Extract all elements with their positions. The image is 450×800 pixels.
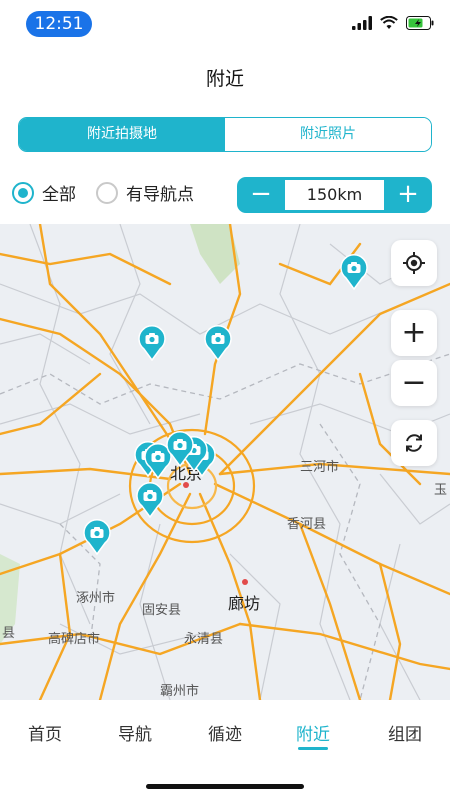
camera-pin-icon xyxy=(83,519,111,556)
radio-checked-icon xyxy=(12,181,34,204)
tab-nearby-photos[interactable]: 附近照片 xyxy=(225,118,431,151)
status-bar: 12:51 xyxy=(0,0,450,48)
camera-pin-icon xyxy=(166,431,194,468)
map-label-gaobeidian: 高碑店市 xyxy=(48,632,101,647)
camera-pin[interactable] xyxy=(204,325,232,362)
status-time: 12:51 xyxy=(26,11,92,37)
segment-control: 附近拍摄地 附近照片 xyxy=(18,117,432,152)
page-title: 附近 xyxy=(205,68,244,90)
map-label-xian: 县 xyxy=(2,626,16,641)
map-label-zhuozhou: 涿州市 xyxy=(76,591,116,606)
tab-group[interactable]: 组团 xyxy=(375,720,435,745)
map-label-sanhe: 三河市 xyxy=(300,460,340,475)
zoom-out-button[interactable]: − xyxy=(391,360,437,406)
distance-stepper: − 150km + xyxy=(237,177,432,213)
signal-icon xyxy=(352,16,372,30)
filter-guide-radio[interactable]: 有导航点 xyxy=(96,180,194,205)
active-tab-indicator xyxy=(298,747,328,750)
camera-pin[interactable] xyxy=(138,325,166,362)
camera-pin-icon xyxy=(138,325,166,362)
filter-guide-label: 有导航点 xyxy=(126,185,194,205)
camera-pin[interactable] xyxy=(83,519,111,556)
map-label-guan: 固安县 xyxy=(142,603,182,618)
filter-all-radio[interactable]: 全部 xyxy=(12,180,76,205)
wifi-icon xyxy=(380,16,398,29)
refresh-button[interactable] xyxy=(391,420,437,466)
locate-button[interactable] xyxy=(391,240,437,286)
tab-navigation[interactable]: 导航 xyxy=(105,720,165,745)
camera-pin[interactable] xyxy=(340,254,368,291)
status-icons xyxy=(352,16,434,30)
locate-icon xyxy=(403,252,425,274)
camera-pin[interactable] xyxy=(166,431,194,468)
refresh-icon xyxy=(406,434,422,452)
camera-pin-icon xyxy=(136,482,164,519)
map-label-langfang: 廊坊 xyxy=(228,594,261,613)
radio-unchecked-icon xyxy=(96,181,118,204)
camera-pin[interactable] xyxy=(136,482,164,519)
filter-all-label: 全部 xyxy=(42,185,76,205)
camera-pin-icon xyxy=(204,325,232,362)
map-view[interactable]: 北京 三河市 香河县 涿州市 固安县 廊坊 高碑店市 永清县 霸州市 县 玉 +… xyxy=(0,224,450,700)
home-indicator xyxy=(146,784,304,789)
zoom-in-button[interactable]: + xyxy=(391,310,437,356)
distance-minus-button[interactable]: − xyxy=(237,177,285,213)
camera-pin-icon xyxy=(340,254,368,291)
tab-home[interactable]: 首页 xyxy=(15,720,75,745)
tab-nearby-locations[interactable]: 附近拍摄地 xyxy=(19,118,225,151)
tab-nearby[interactable]: 附近 xyxy=(283,720,343,745)
map-label-bazhou: 霸州市 xyxy=(160,684,200,699)
map-label-yu: 玉 xyxy=(434,483,448,498)
distance-value: 150km xyxy=(285,180,384,210)
battery-icon xyxy=(406,16,434,30)
map-label-xianghe: 香河县 xyxy=(287,517,327,532)
map-label-yongqing: 永清县 xyxy=(184,632,224,647)
distance-plus-button[interactable]: + xyxy=(384,177,432,213)
tab-tracking[interactable]: 循迹 xyxy=(195,720,255,745)
